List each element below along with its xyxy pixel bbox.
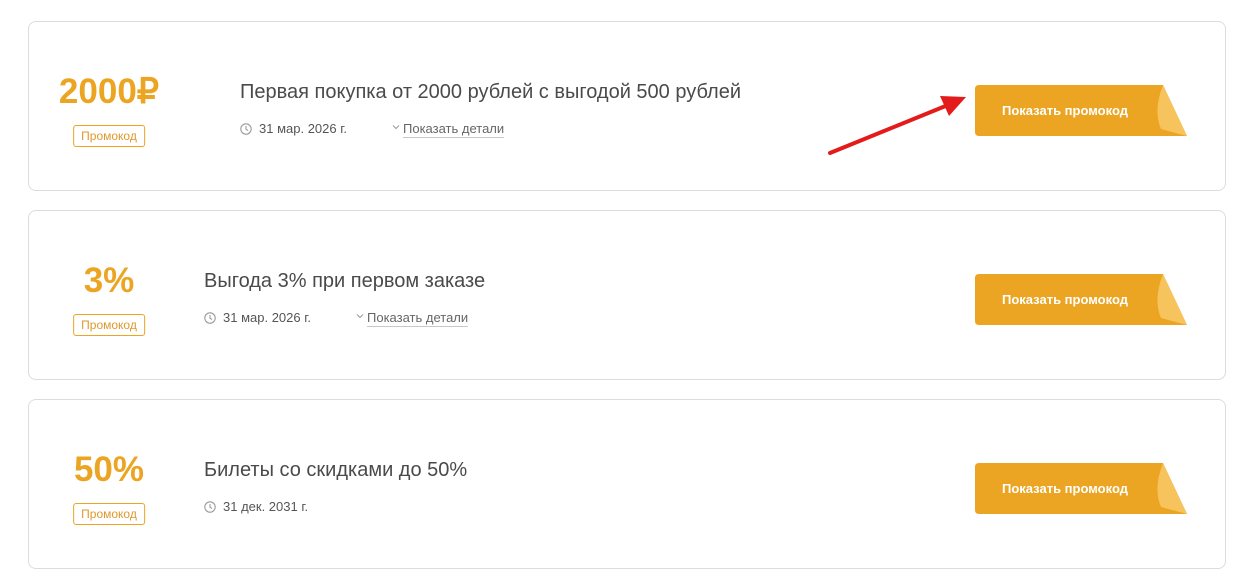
promo-badge: Промокод [73, 503, 145, 525]
show-details-toggle[interactable]: Показать детали [391, 120, 505, 138]
offer-title: Билеты со скидками до 50% [204, 459, 468, 481]
button-label: Показать промокод [1002, 481, 1128, 496]
show-details-link[interactable]: Показать детали [403, 121, 505, 138]
offer-value-block: 50% Промокод [29, 400, 189, 568]
offer-value: 50% [73, 450, 145, 489]
promo-badge: Промокод [73, 125, 145, 147]
button-label: Показать промокод [1002, 103, 1128, 118]
show-details-toggle[interactable]: Показать детали [355, 309, 469, 327]
button-label: Показать промокод [1002, 292, 1128, 307]
offer-value: 3% [83, 261, 135, 300]
offer-title: Выгода 3% при первом заказе [204, 270, 486, 292]
clock-icon [204, 501, 216, 513]
expiry-date: 31 мар. 2026 г. [223, 310, 311, 325]
clock-icon [240, 123, 252, 135]
offer-expiry: 31 мар. 2026 г. [204, 309, 311, 327]
expiry-date: 31 дек. 2031 г. [223, 499, 309, 514]
offer-value: 2000₽ [58, 72, 160, 111]
expiry-date: 31 мар. 2026 г. [259, 121, 347, 136]
show-promocode-button[interactable]: Показать промокод [975, 85, 1187, 136]
show-promocode-button[interactable]: Показать промокод [975, 463, 1187, 514]
offer-expiry: 31 дек. 2031 г. [204, 498, 308, 516]
offer-card: 50% Промокод Билеты со скидками до 50% 3… [28, 399, 1226, 569]
offer-card: 3% Промокод Выгода 3% при первом заказе … [28, 210, 1226, 380]
offer-title: Первая покупка от 2000 рублей с выгодой … [240, 81, 741, 103]
clock-icon [204, 312, 216, 324]
show-details-link[interactable]: Показать детали [367, 310, 469, 327]
show-promocode-button[interactable]: Показать промокод [975, 274, 1187, 325]
offer-value-block: 3% Промокод [29, 211, 189, 379]
offer-expiry: 31 мар. 2026 г. [240, 120, 347, 138]
chevron-down-icon [356, 314, 364, 319]
promo-badge: Промокод [73, 314, 145, 336]
offer-value-block: 2000₽ Промокод [29, 22, 189, 190]
offer-card: 2000₽ Промокод Первая покупка от 2000 ру… [28, 21, 1226, 191]
chevron-down-icon [392, 125, 400, 130]
